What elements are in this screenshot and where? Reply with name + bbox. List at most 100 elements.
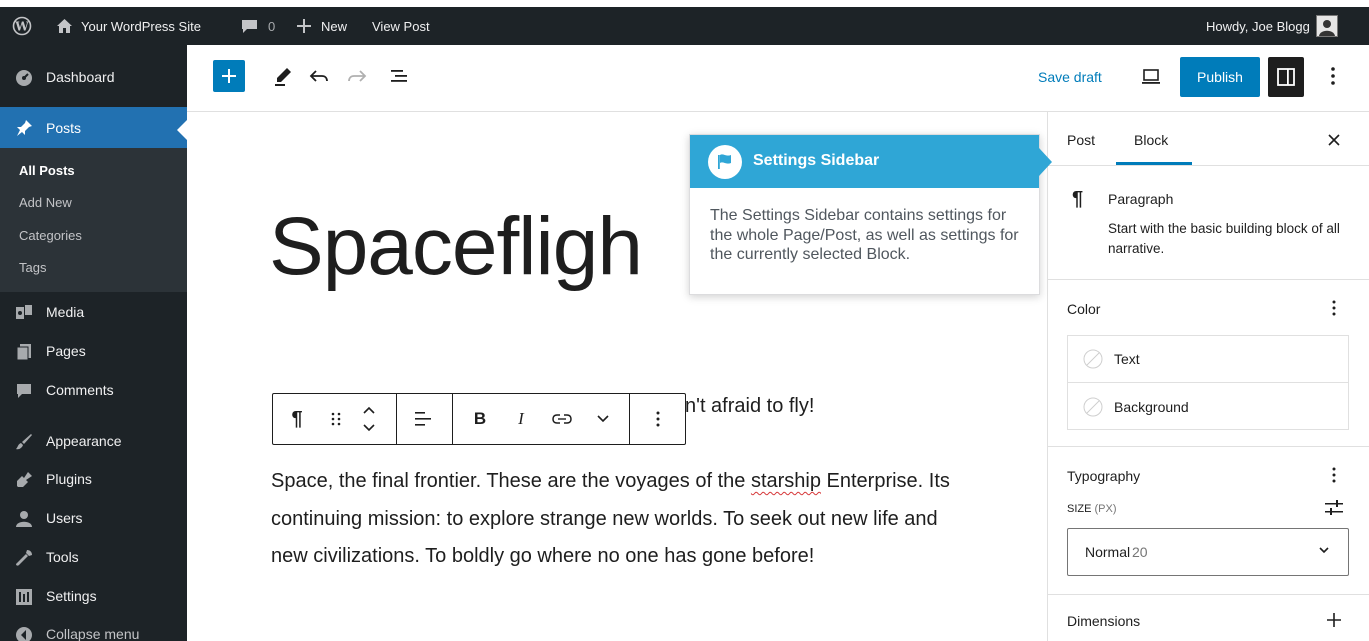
align-icon bbox=[415, 412, 431, 426]
italic-button[interactable]: I bbox=[509, 407, 533, 431]
paragraph-transform-button[interactable]: ¶ bbox=[285, 407, 309, 431]
desktop-icon bbox=[1142, 69, 1160, 84]
svg-text:W: W bbox=[14, 20, 29, 34]
submenu-item-tags[interactable]: Tags bbox=[19, 260, 46, 275]
menu-item-media[interactable]: Media bbox=[0, 293, 187, 331]
link-button[interactable] bbox=[550, 407, 574, 431]
drag-handle[interactable] bbox=[324, 407, 348, 431]
menu-item-dashboard[interactable]: Dashboard bbox=[0, 58, 187, 96]
move-up-down-buttons[interactable] bbox=[357, 402, 381, 436]
sidebar-icon bbox=[1277, 68, 1295, 86]
site-name-label: Your WordPress Site bbox=[81, 18, 201, 34]
toolbar-divider bbox=[452, 394, 453, 444]
empty-swatch-icon bbox=[1083, 349, 1103, 369]
menu-item-label: Appearance bbox=[46, 433, 122, 449]
menu-item-tools[interactable]: Tools bbox=[0, 538, 187, 576]
settings-sidebar-tooltip: Settings Sidebar The Settings Sidebar co… bbox=[689, 134, 1052, 295]
posts-submenu: All Posts Add New Categories Tags bbox=[0, 148, 187, 292]
view-post-link[interactable]: View Post bbox=[372, 7, 430, 45]
dimensions-panel-title: Dimensions bbox=[1067, 613, 1141, 629]
divider bbox=[1048, 279, 1369, 280]
toolbar-divider bbox=[629, 394, 630, 444]
background-color-label: Background bbox=[1114, 398, 1189, 415]
undo-icon bbox=[309, 70, 328, 82]
menu-item-label: Comments bbox=[46, 382, 114, 398]
menu-item-posts[interactable]: Posts bbox=[0, 107, 187, 148]
kebab-icon bbox=[1332, 300, 1336, 316]
toolbar-divider bbox=[396, 394, 397, 444]
paragraph-block-1[interactable]: n't afraid to fly! bbox=[685, 395, 814, 418]
comments-link[interactable]: 0 bbox=[241, 7, 275, 45]
block-options-button[interactable] bbox=[646, 407, 670, 431]
submenu-item-all-posts[interactable]: All Posts bbox=[19, 163, 75, 178]
comment-bubble-icon bbox=[241, 18, 258, 34]
publish-button[interactable]: Publish bbox=[1180, 57, 1260, 97]
close-sidebar-button[interactable] bbox=[1324, 130, 1344, 150]
sliders-icon bbox=[1325, 500, 1343, 515]
options-menu-button[interactable] bbox=[1320, 63, 1346, 89]
empty-swatch-icon bbox=[1083, 397, 1103, 416]
typography-panel-title: Typography bbox=[1067, 468, 1141, 484]
howdy-label: Howdy, Joe Blogg bbox=[1206, 18, 1310, 34]
preview-button[interactable] bbox=[1138, 63, 1164, 89]
custom-size-toggle[interactable] bbox=[1324, 498, 1344, 518]
home-icon bbox=[56, 18, 73, 34]
bold-button[interactable]: B bbox=[468, 407, 492, 431]
submenu-item-add-new[interactable]: Add New bbox=[19, 195, 72, 210]
plus-icon bbox=[222, 69, 236, 83]
edit-mode-button[interactable] bbox=[270, 63, 296, 89]
submenu-item-categories[interactable]: Categories bbox=[19, 228, 82, 243]
font-size-number: 20 bbox=[1132, 544, 1148, 560]
pin-icon bbox=[14, 118, 34, 138]
tab-block[interactable]: Block bbox=[1134, 132, 1168, 148]
redo-button[interactable] bbox=[344, 63, 370, 89]
menu-item-pages[interactable]: Pages bbox=[0, 332, 187, 370]
collapse-menu-button[interactable]: Collapse menu bbox=[0, 615, 187, 641]
more-formatting-button[interactable] bbox=[591, 407, 615, 431]
size-label-text: SIZE bbox=[1067, 503, 1092, 515]
current-menu-arrow bbox=[177, 120, 187, 140]
link-icon bbox=[552, 414, 572, 424]
menu-item-comments[interactable]: Comments bbox=[0, 371, 187, 409]
document-overview-button[interactable] bbox=[387, 63, 413, 89]
divider bbox=[1048, 446, 1369, 447]
settings-sidebar-toggle[interactable] bbox=[1268, 57, 1304, 97]
collapse-icon bbox=[14, 625, 34, 641]
kebab-icon bbox=[1332, 467, 1336, 483]
typography-panel-options-button[interactable] bbox=[1324, 465, 1344, 485]
font-size-select[interactable]: Normal 20 bbox=[1067, 528, 1349, 576]
size-unit-text: (PX) bbox=[1094, 503, 1117, 515]
block-inserter-button[interactable] bbox=[213, 60, 245, 92]
italic-icon: I bbox=[518, 409, 524, 428]
avatar bbox=[1315, 15, 1338, 37]
menu-item-settings[interactable]: Settings bbox=[0, 577, 187, 615]
align-button[interactable] bbox=[411, 407, 435, 431]
my-account-link[interactable]: Howdy, Joe Blogg bbox=[1206, 7, 1338, 45]
site-name-link[interactable]: Your WordPress Site bbox=[56, 7, 201, 45]
tab-post[interactable]: Post bbox=[1067, 132, 1095, 148]
plus-icon bbox=[1327, 613, 1341, 627]
undo-button[interactable] bbox=[306, 63, 332, 89]
media-icon bbox=[14, 303, 34, 323]
color-panel-title: Color bbox=[1067, 301, 1101, 317]
close-icon bbox=[1328, 134, 1340, 146]
font-size-label: SIZE (PX) bbox=[1067, 503, 1117, 515]
admin-sidebar: Dashboard Posts All Posts Add New Catego… bbox=[0, 45, 187, 641]
color-panel-options-button[interactable] bbox=[1324, 298, 1344, 318]
menu-item-appearance[interactable]: Appearance bbox=[0, 422, 187, 460]
menu-item-plugins[interactable]: Plugins bbox=[0, 460, 187, 498]
wrench-icon bbox=[14, 548, 34, 568]
text-color-option[interactable]: Text bbox=[1068, 336, 1348, 383]
background-color-option[interactable]: Background bbox=[1068, 383, 1348, 430]
new-content-link[interactable]: New bbox=[297, 7, 347, 45]
comments-icon bbox=[14, 381, 34, 401]
save-draft-button[interactable]: Save draft bbox=[1038, 69, 1102, 85]
post-title[interactable]: Spacefligh bbox=[269, 200, 643, 294]
wordpress-logo-icon[interactable]: W bbox=[12, 7, 32, 45]
dimensions-add-button[interactable] bbox=[1324, 610, 1344, 630]
admin-bar: W Your WordPress Site 0 New View Post Ho… bbox=[0, 0, 1369, 45]
editor-toolbar: Save draft Publish bbox=[187, 45, 1369, 112]
menu-item-users[interactable]: Users bbox=[0, 499, 187, 537]
paragraph-block-2[interactable]: Space, the final frontier. These are the… bbox=[271, 463, 971, 576]
bold-icon: B bbox=[473, 409, 487, 428]
